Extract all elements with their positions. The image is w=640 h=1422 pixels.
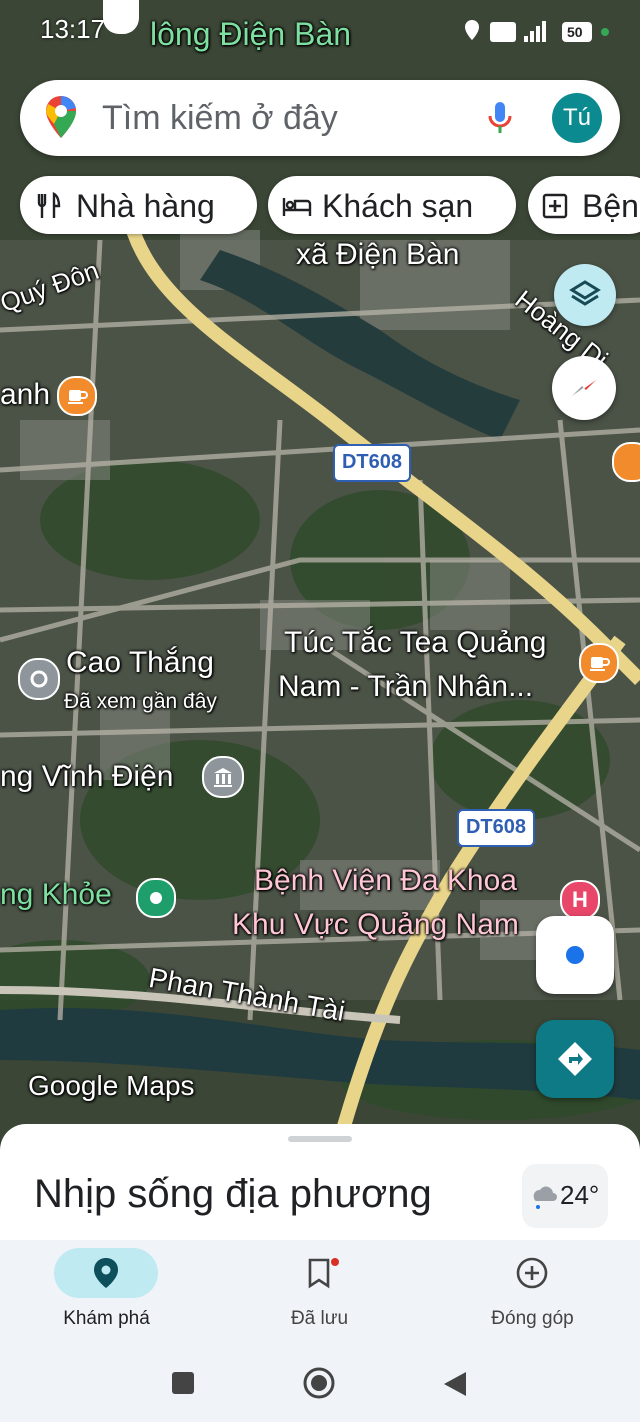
sheet-drag-handle[interactable] bbox=[288, 1136, 352, 1142]
cafe-pin-icon[interactable] bbox=[57, 376, 97, 416]
map-label-hospital-1[interactable]: Bệnh Viện Đa Khoa bbox=[254, 864, 517, 898]
weather-badge[interactable]: 24° bbox=[522, 1164, 608, 1228]
battery-level: 50 bbox=[567, 24, 583, 40]
system-navigation-bar bbox=[0, 1346, 640, 1422]
chip-restaurants[interactable]: Nhà hàng bbox=[20, 176, 257, 234]
microphone-icon[interactable] bbox=[486, 100, 514, 136]
avatar[interactable]: Tú bbox=[552, 93, 602, 143]
chip-hospitals[interactable]: Bện bbox=[528, 176, 640, 234]
map-label-vinh-dien[interactable]: ng Vĩnh Điện bbox=[0, 760, 173, 794]
location-dot-icon bbox=[566, 946, 584, 964]
nav-explore[interactable]: Khám phá bbox=[0, 1240, 213, 1346]
avatar-initials: Tú bbox=[562, 104, 591, 131]
chip-label: Bện bbox=[582, 188, 639, 224]
zalo-icon bbox=[103, 0, 139, 34]
map-label-health[interactable]: ng Khỏe bbox=[0, 878, 112, 912]
directions-icon bbox=[558, 1042, 592, 1076]
nav-contribute[interactable]: Đóng góp bbox=[426, 1240, 639, 1346]
layers-button[interactable] bbox=[554, 264, 616, 326]
chip-label: Khách sạn bbox=[322, 188, 474, 224]
map-label-recently-viewed: Đã xem gần đây bbox=[64, 690, 217, 713]
my-location-button[interactable] bbox=[536, 916, 614, 994]
bottom-sheet[interactable]: Nhịp sống địa phương 24° bbox=[0, 1124, 640, 1244]
explore-pin-icon bbox=[94, 1258, 118, 1288]
cafe-pin-icon[interactable] bbox=[579, 643, 619, 683]
map-label-commune[interactable]: xã Điện Bàn bbox=[296, 238, 459, 272]
hospital-icon bbox=[542, 193, 568, 219]
status-icons bbox=[465, 20, 609, 42]
bottom-navigation: Khám phá Đã lưu Đóng góp bbox=[0, 1240, 640, 1346]
status-time: 13:17 bbox=[40, 14, 106, 44]
google-maps-watermark: Google Maps bbox=[28, 1070, 195, 1101]
nav-saved[interactable]: Đã lưu bbox=[213, 1240, 426, 1346]
back-button[interactable] bbox=[442, 1370, 468, 1398]
sheet-title: Nhịp sống địa phương bbox=[34, 1172, 432, 1216]
route-shield-label: DT608 bbox=[465, 816, 527, 838]
route-shield: DT608 bbox=[457, 809, 535, 847]
bed-icon bbox=[282, 198, 312, 216]
google-maps-logo-icon bbox=[46, 96, 76, 138]
map-label-tea-shop-2[interactable]: Nam - Trần Nhân... bbox=[278, 670, 533, 704]
compass-button[interactable] bbox=[552, 356, 616, 420]
cafe-pin-icon[interactable] bbox=[612, 442, 640, 482]
route-shield-label: DT608 bbox=[341, 451, 403, 473]
chip-label: Nhà hàng bbox=[76, 188, 215, 224]
fork-knife-icon bbox=[37, 192, 61, 218]
directions-button[interactable] bbox=[536, 1020, 614, 1098]
compass-icon bbox=[569, 377, 599, 399]
add-circle-icon bbox=[516, 1257, 548, 1289]
map-label-cao-thang[interactable]: Cao Thắng bbox=[66, 646, 214, 680]
nav-label: Khám phá bbox=[63, 1308, 150, 1329]
map-label-hospital-2[interactable]: Khu Vực Quảng Nam bbox=[232, 908, 519, 942]
search-bar[interactable]: Tìm kiếm ở đây Tú bbox=[20, 80, 620, 156]
health-pin-icon[interactable] bbox=[136, 878, 176, 918]
place-pin-icon[interactable] bbox=[18, 658, 60, 700]
nav-label: Đã lưu bbox=[290, 1308, 349, 1329]
rain-cloud-icon bbox=[533, 1186, 557, 1209]
map-view[interactable]: DT608 DT608 lông Điện Bàn xã Điện Bàn Qu… bbox=[0, 0, 640, 1142]
chip-hotels[interactable]: Khách sạn bbox=[268, 176, 516, 234]
temperature: 24° bbox=[560, 1180, 600, 1210]
hospital-pin-icon[interactable]: H bbox=[560, 880, 600, 920]
status-bar: 13:17 50 bbox=[0, 0, 640, 60]
recents-button[interactable] bbox=[172, 1372, 194, 1394]
layers-icon bbox=[569, 280, 601, 306]
map-label-tea-shop-1[interactable]: Túc Tắc Tea Quảng bbox=[284, 626, 546, 660]
nav-label: Đóng góp bbox=[491, 1308, 574, 1329]
map-label-cafe-left[interactable]: anh bbox=[0, 378, 50, 412]
home-button[interactable] bbox=[302, 1366, 336, 1400]
search-input[interactable]: Tìm kiếm ở đây bbox=[102, 99, 338, 138]
route-shield: DT608 bbox=[333, 444, 411, 482]
bookmark-icon bbox=[308, 1258, 339, 1289]
museum-pin-icon[interactable] bbox=[202, 756, 244, 798]
